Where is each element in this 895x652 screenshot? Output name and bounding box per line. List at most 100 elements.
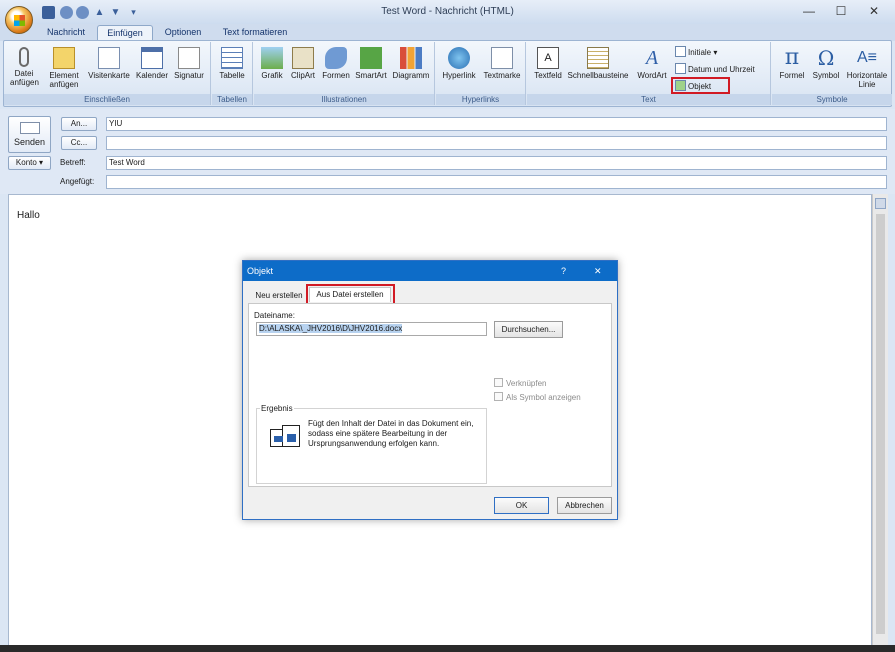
ruler-toggle-icon[interactable] — [875, 198, 886, 209]
help-icon[interactable]: ? — [561, 261, 566, 281]
result-description: Fügt den Inhalt der Datei in das Dokumen… — [308, 419, 474, 448]
tab-optionen[interactable]: Optionen — [157, 25, 209, 41]
tab-einfuegen[interactable]: Einfügen — [97, 25, 153, 41]
outlook-message-window: ▲ ▼ ▾ Test Word - Nachricht (HTML) — ☐ ✕… — [0, 0, 895, 652]
cancel-button[interactable]: Abbrechen — [557, 497, 612, 514]
calendar-icon — [141, 47, 163, 69]
group-label-symbole: Symbole — [772, 94, 892, 105]
hyperlink-button[interactable]: Hyperlink — [439, 47, 479, 80]
globe-icon — [448, 47, 470, 69]
initiale-button[interactable]: Initiale ▾ — [675, 46, 717, 59]
body-text: Hallo — [17, 210, 40, 221]
link-checkbox-box[interactable] — [494, 378, 503, 387]
smartart-button[interactable]: SmartArt — [352, 47, 390, 80]
kalender-button[interactable]: Kalender — [134, 47, 170, 80]
diagramm-button[interactable]: Diagramm — [390, 47, 432, 80]
ok-button[interactable]: OK — [494, 497, 549, 514]
send-button[interactable]: Senden — [8, 116, 51, 153]
business-card-icon — [98, 47, 120, 69]
formel-button[interactable]: π Formel — [775, 45, 809, 81]
group-label-einschliessen: Einschließen — [4, 94, 210, 105]
grafik-button[interactable]: Grafik — [257, 47, 287, 80]
visitenkarte-button[interactable]: Visitenkarte — [85, 47, 133, 80]
ribbon-tabs: Nachricht Einfügen Optionen Text formati… — [0, 24, 895, 41]
object-dialog: Objekt ? ✕ Neu erstellen Aus Datei erste… — [242, 260, 618, 520]
minimize-icon[interactable]: — — [796, 3, 822, 19]
tab-nachricht[interactable]: Nachricht — [40, 25, 92, 41]
office-button[interactable] — [5, 6, 33, 34]
result-box: Ergebnis Fügt den Inhalt der Datei in da… — [256, 404, 487, 484]
horizontale-linie-button[interactable]: A≡ Horizontale Linie — [843, 47, 891, 89]
clipart-icon — [292, 47, 314, 69]
konto-button[interactable]: Konto ▾ — [8, 156, 51, 170]
maximize-icon[interactable]: ☐ — [828, 3, 854, 19]
omega-icon: Ω — [817, 46, 835, 70]
dialog-close-icon[interactable]: ✕ — [594, 261, 602, 281]
vertical-scrollbar[interactable] — [872, 194, 888, 646]
textmarke-button[interactable]: Textmarke — [481, 47, 523, 80]
title-bar: ▲ ▼ ▾ Test Word - Nachricht (HTML) — ☐ ✕ — [0, 0, 895, 24]
close-icon[interactable]: ✕ — [861, 3, 887, 19]
datum-uhrzeit-button[interactable]: Datum und Uhrzeit — [675, 63, 755, 76]
group-label-hyperlinks: Hyperlinks — [436, 94, 525, 105]
wordart-icon: A — [645, 47, 659, 69]
group-label-illustrationen: Illustrationen — [254, 94, 434, 105]
shapes-icon — [325, 47, 347, 69]
subject-label: Betreff: — [60, 158, 86, 167]
schnellbausteine-button[interactable]: Schnellbausteine — [566, 47, 630, 80]
window-title: Test Word - Nachricht (HTML) — [381, 6, 514, 17]
symbol-button[interactable]: Ω Symbol — [809, 47, 843, 80]
to-field[interactable]: YIU — [106, 117, 887, 131]
dialog-title: Objekt — [247, 266, 274, 276]
ribbon: Datei anfügen Element anfügen Visitenkarte… — [3, 40, 892, 107]
signatur-button[interactable]: Signatur — [171, 47, 207, 80]
group-illustrationen: Grafik ClipArt Formen SmartArt Diagramm … — [254, 42, 435, 105]
smartart-icon — [360, 47, 382, 69]
filename-input[interactable]: D:\ALASKA\_JHV2016\D\JHV2016.docx — [256, 322, 487, 336]
browse-button[interactable]: Durchsuchen... — [494, 321, 563, 338]
chart-icon — [400, 47, 422, 69]
tab-text-formatieren[interactable]: Text formatieren — [213, 25, 297, 41]
result-label: Ergebnis — [260, 404, 294, 413]
element-anfuegen-button[interactable]: Element anfügen — [46, 47, 82, 89]
clipart-button[interactable]: ClipArt — [287, 47, 319, 80]
drop-cap-icon — [675, 46, 686, 57]
tab-highlight-box — [306, 284, 395, 305]
table-icon — [221, 47, 243, 69]
signature-icon — [178, 47, 200, 69]
attachment-field[interactable] — [106, 175, 887, 189]
tab-pane: Dateiname: D:\ALASKA\_JHV2016\D\JHV2016.… — [248, 303, 612, 487]
envelope-send-icon — [19, 122, 40, 134]
envelope-icon — [53, 47, 75, 69]
display-as-icon-checkbox[interactable]: Als Symbol anzeigen — [494, 392, 581, 403]
formen-button[interactable]: Formen — [320, 47, 352, 80]
cc-button[interactable]: Cc... — [61, 136, 97, 150]
attached-label: Angefügt: — [60, 177, 95, 186]
subject-field[interactable]: Test Word — [106, 156, 887, 170]
bookmark-icon — [491, 47, 513, 69]
paperclip-icon — [19, 47, 29, 67]
wordart-button[interactable]: A WordArt — [633, 47, 671, 80]
group-hyperlinks: Hyperlink Textmarke Hyperlinks — [436, 42, 526, 105]
tab-neu-erstellen[interactable]: Neu erstellen — [251, 289, 307, 303]
pi-icon: π — [784, 45, 800, 70]
cc-field[interactable] — [106, 136, 887, 150]
quick-parts-icon — [587, 47, 609, 69]
group-symbole: π Formel Ω Symbol A≡ Horizontale Linie Symbo… — [772, 42, 892, 105]
dialog-title-bar: Objekt ? ✕ — [243, 261, 617, 281]
group-einschliessen: Datei anfügen Element anfügen Visitenkarte… — [4, 42, 211, 105]
datei-anfuegen-button[interactable]: Datei anfügen — [10, 47, 39, 87]
group-label-text: Text — [527, 94, 770, 105]
tabelle-button[interactable]: Tabelle — [215, 47, 249, 80]
scrollbar-thumb[interactable] — [876, 214, 885, 634]
group-tabellen: Tabelle Tabellen — [212, 42, 253, 105]
filename-label: Dateiname: — [254, 311, 295, 320]
horizontal-line-icon: A≡ — [856, 49, 877, 66]
textfeld-button[interactable]: A Textfeld — [530, 47, 566, 80]
to-button[interactable]: An... — [61, 117, 97, 131]
link-checkbox[interactable]: Verknüpfen — [494, 378, 546, 389]
display-as-icon-checkbox-box[interactable] — [494, 392, 503, 401]
group-label-tabellen: Tabellen — [212, 94, 252, 105]
office-logo-icon — [14, 15, 25, 26]
picture-icon — [261, 47, 283, 69]
